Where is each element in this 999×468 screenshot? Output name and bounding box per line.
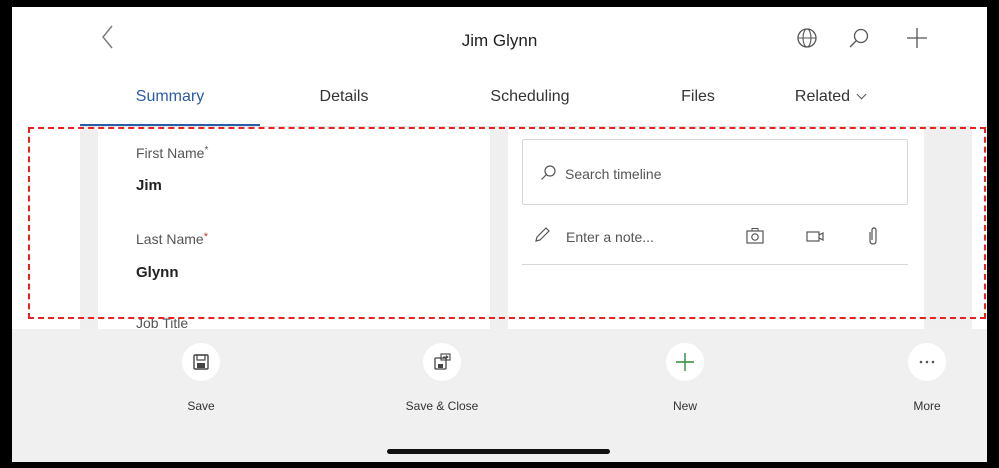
contact-form-card: First Name* Jim Last Name* Glynn Job Tit… — [98, 127, 490, 337]
first-name-field[interactable]: Jim — [136, 177, 162, 194]
save-close-icon-circle — [423, 343, 461, 381]
tab-related[interactable]: Related — [775, 77, 885, 127]
globe-icon — [797, 28, 817, 48]
last-name-label: Last Name* — [136, 231, 208, 247]
tab-details[interactable]: Details — [294, 77, 394, 127]
tab-label: Files — [681, 88, 715, 105]
save-icon-circle — [182, 343, 220, 381]
add-button[interactable] — [904, 25, 930, 51]
main-content: First Name* Jim Last Name* Glynn Job Tit… — [80, 127, 972, 337]
camera-icon — [746, 228, 764, 244]
home-indicator[interactable] — [387, 449, 610, 454]
app-window: Jim Glynn Summary Details Scheduling Fil… — [12, 7, 987, 462]
page-title: Jim Glynn — [461, 31, 538, 50]
timeline-search-input[interactable]: Search timeline — [522, 139, 908, 205]
chevron-down-icon — [856, 89, 867, 100]
new-icon-circle — [666, 343, 704, 381]
plus-icon — [676, 353, 694, 371]
save-button[interactable]: Save — [141, 343, 261, 413]
new-button[interactable]: New — [625, 343, 745, 413]
tab-label: Summary — [135, 88, 205, 105]
video-icon — [806, 231, 824, 242]
tab-bar: Summary Details Scheduling Files Related — [80, 77, 972, 127]
top-bar: Jim Glynn — [12, 7, 987, 75]
note-composer: Enter a note... — [522, 215, 908, 265]
timeline-card: Search timeline Enter a note... — [508, 127, 924, 337]
more-label: More — [913, 399, 941, 413]
save-icon — [193, 354, 209, 370]
tab-scheduling[interactable]: Scheduling — [470, 77, 590, 127]
save-label: Save — [187, 399, 215, 413]
attach-file-button[interactable] — [862, 225, 884, 247]
first-name-label: First Name* — [136, 145, 209, 161]
tab-summary[interactable]: Summary — [80, 77, 260, 127]
save-close-icon — [434, 353, 451, 370]
paperclip-icon — [869, 227, 877, 245]
search-button[interactable] — [846, 25, 872, 51]
new-label: New — [672, 399, 697, 413]
command-bar: Save Save & Close New More — [12, 329, 987, 462]
more-icon-circle — [908, 343, 946, 381]
search-icon — [849, 28, 869, 48]
more-icon — [919, 360, 935, 364]
more-button[interactable]: More — [867, 343, 987, 413]
attach-photo-button[interactable] — [744, 225, 766, 247]
pencil-icon — [535, 227, 550, 242]
attach-video-button[interactable] — [804, 225, 826, 247]
save-and-close-label: Save & Close — [405, 399, 479, 413]
search-placeholder: Search timeline — [565, 166, 662, 182]
note-input[interactable]: Enter a note... — [566, 229, 654, 245]
plus-icon — [907, 28, 927, 48]
tab-label: Details — [319, 88, 369, 105]
tab-label: Related — [794, 88, 851, 105]
tab-label: Scheduling — [490, 88, 570, 105]
tab-files[interactable]: Files — [658, 77, 738, 127]
last-name-field[interactable]: Glynn — [136, 264, 179, 281]
search-icon — [541, 165, 556, 180]
save-and-close-button[interactable]: Save & Close — [382, 343, 502, 413]
globe-button[interactable] — [794, 25, 820, 51]
